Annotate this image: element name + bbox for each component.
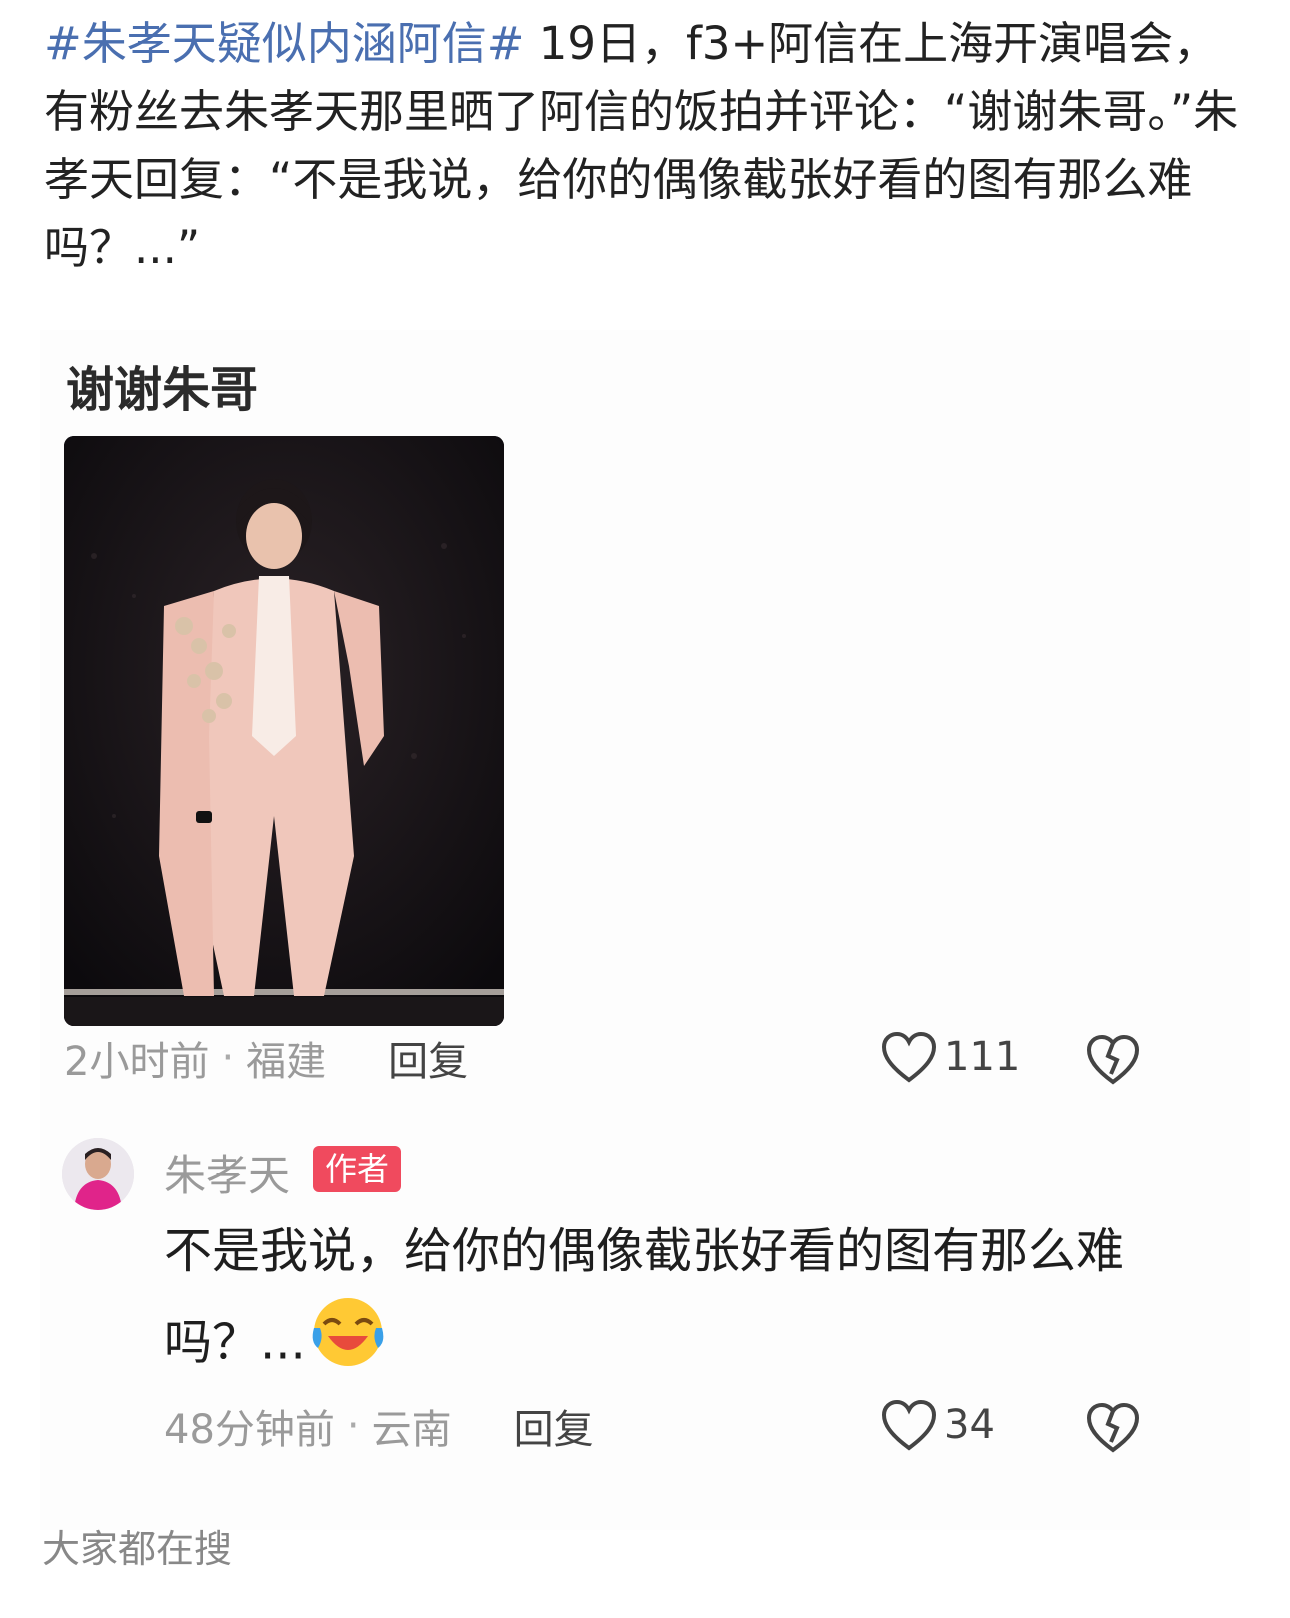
reply-meta: 48分钟前 · 云南 回复	[164, 1396, 594, 1456]
reply-reply-button[interactable]: 回复	[514, 1397, 594, 1455]
trending-search-label: 大家都在搜	[42, 1527, 233, 1571]
meta-separator: ·	[221, 1035, 235, 1081]
hashtag-link[interactable]: #朱孝天疑似内涵阿信#	[44, 17, 524, 70]
reply-time: 48分钟前	[164, 1407, 335, 1453]
comment-text: 谢谢朱哥	[66, 362, 259, 418]
reply-text-block: 不是我说，给你的偶像截张好看的图有那么难吗？...	[164, 1208, 1164, 1397]
comment-meta: 2小时前 · 福建 回复	[64, 1028, 468, 1088]
comment-location: 福建	[246, 1039, 327, 1085]
reply-like-count: 34	[944, 1402, 995, 1448]
comment-like-count: 111	[944, 1034, 1021, 1080]
reply-like-button[interactable]: 34	[880, 1398, 995, 1452]
post-text: #朱孝天疑似内涵阿信# 19日，f3+阿信在上海开演唱会，有粉丝去朱孝天那里晒了…	[44, 10, 1254, 282]
heart-outline-icon	[881, 1399, 937, 1451]
reply-text: 不是我说，给你的偶像截张好看的图有那么难吗？...	[164, 1223, 1125, 1371]
laughing-crying-emoji-icon	[310, 1294, 386, 1397]
author-avatar-image	[62, 1138, 134, 1210]
broken-heart-icon	[1086, 1402, 1140, 1453]
comment-reply-button[interactable]: 回复	[388, 1029, 468, 1087]
concert-photo-image	[64, 436, 504, 1026]
comment-like-button[interactable]: 111	[880, 1030, 1020, 1084]
author-badge: 作者	[313, 1146, 402, 1192]
reply-author-name[interactable]: 朱孝天	[164, 1142, 290, 1203]
concert-photo[interactable]	[64, 436, 504, 1026]
reply-location: 云南	[371, 1407, 452, 1453]
meta-separator: ·	[346, 1403, 360, 1449]
heart-outline-icon	[881, 1031, 937, 1083]
avatar[interactable]	[62, 1138, 134, 1210]
broken-heart-icon	[1086, 1034, 1140, 1085]
comment-dislike-button[interactable]	[1086, 1034, 1140, 1090]
comment-time: 2小时前	[64, 1039, 210, 1085]
reply-dislike-button[interactable]	[1086, 1402, 1140, 1458]
